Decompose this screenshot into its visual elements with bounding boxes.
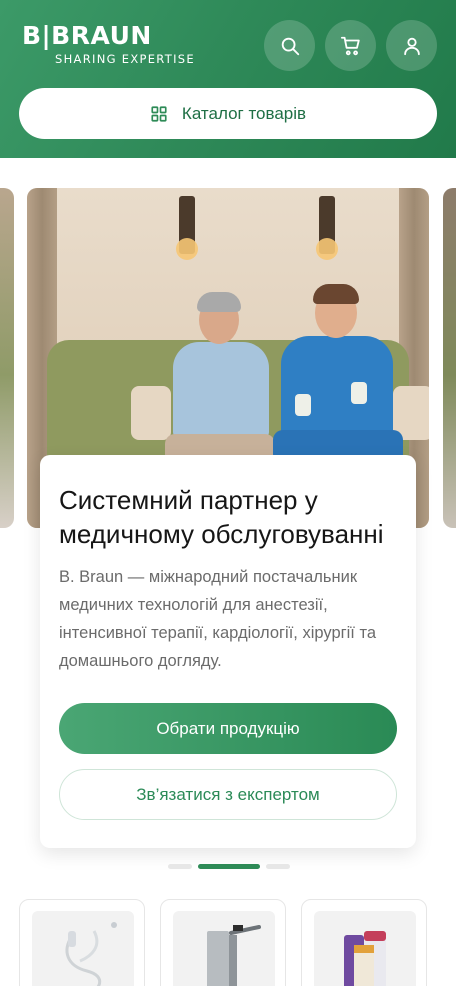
product-card[interactable] <box>160 899 286 986</box>
carousel-next-slide[interactable] <box>443 188 456 528</box>
hero-card: Системний партнер у медичному обслуговув… <box>40 455 416 848</box>
iv-tubing-image <box>32 911 134 986</box>
carousel-dot[interactable] <box>266 864 290 869</box>
product-card[interactable] <box>19 899 145 986</box>
pill-bottle <box>351 382 367 404</box>
hero-description: B. Braun — міжнародний постачальник меди… <box>59 568 377 670</box>
carousel-pagination <box>168 864 290 869</box>
wall-lamp-left <box>176 196 198 260</box>
carousel-dot-active[interactable] <box>198 864 260 869</box>
catalog-button[interactable]: Каталог товарів <box>19 88 437 139</box>
hero-title: Системний партнер у медичному обслуговув… <box>59 485 384 549</box>
choose-products-button[interactable]: Обрати продукцію <box>59 703 397 754</box>
logo-tagline: SHARING EXPERTISE <box>55 52 195 66</box>
account-button[interactable] <box>386 20 437 71</box>
search-icon <box>281 37 299 55</box>
cart-icon <box>340 36 360 55</box>
carousel-prev-slide[interactable] <box>0 188 14 528</box>
logo-wordmark: B|BRAUN <box>22 21 152 50</box>
product-card[interactable] <box>301 899 427 986</box>
header: B|BRAUN SHARING EXPERTISE Каталог товарі… <box>0 0 456 158</box>
cart-button[interactable] <box>325 20 376 71</box>
pill-bottle <box>295 394 311 416</box>
wall-lamp-right <box>316 196 338 260</box>
dispenser-image <box>173 911 275 986</box>
nutrition-bottles-image <box>314 911 416 986</box>
user-icon <box>403 37 420 55</box>
contact-expert-button[interactable]: Зв’язатися з експертом <box>59 769 397 820</box>
catalog-button-label: Каталог товарів <box>181 103 307 123</box>
search-button[interactable] <box>264 20 315 71</box>
braun-logo[interactable]: B|BRAUN SHARING EXPERTISE <box>22 21 195 67</box>
carousel-dot[interactable] <box>168 864 192 869</box>
grid-icon <box>151 105 167 122</box>
